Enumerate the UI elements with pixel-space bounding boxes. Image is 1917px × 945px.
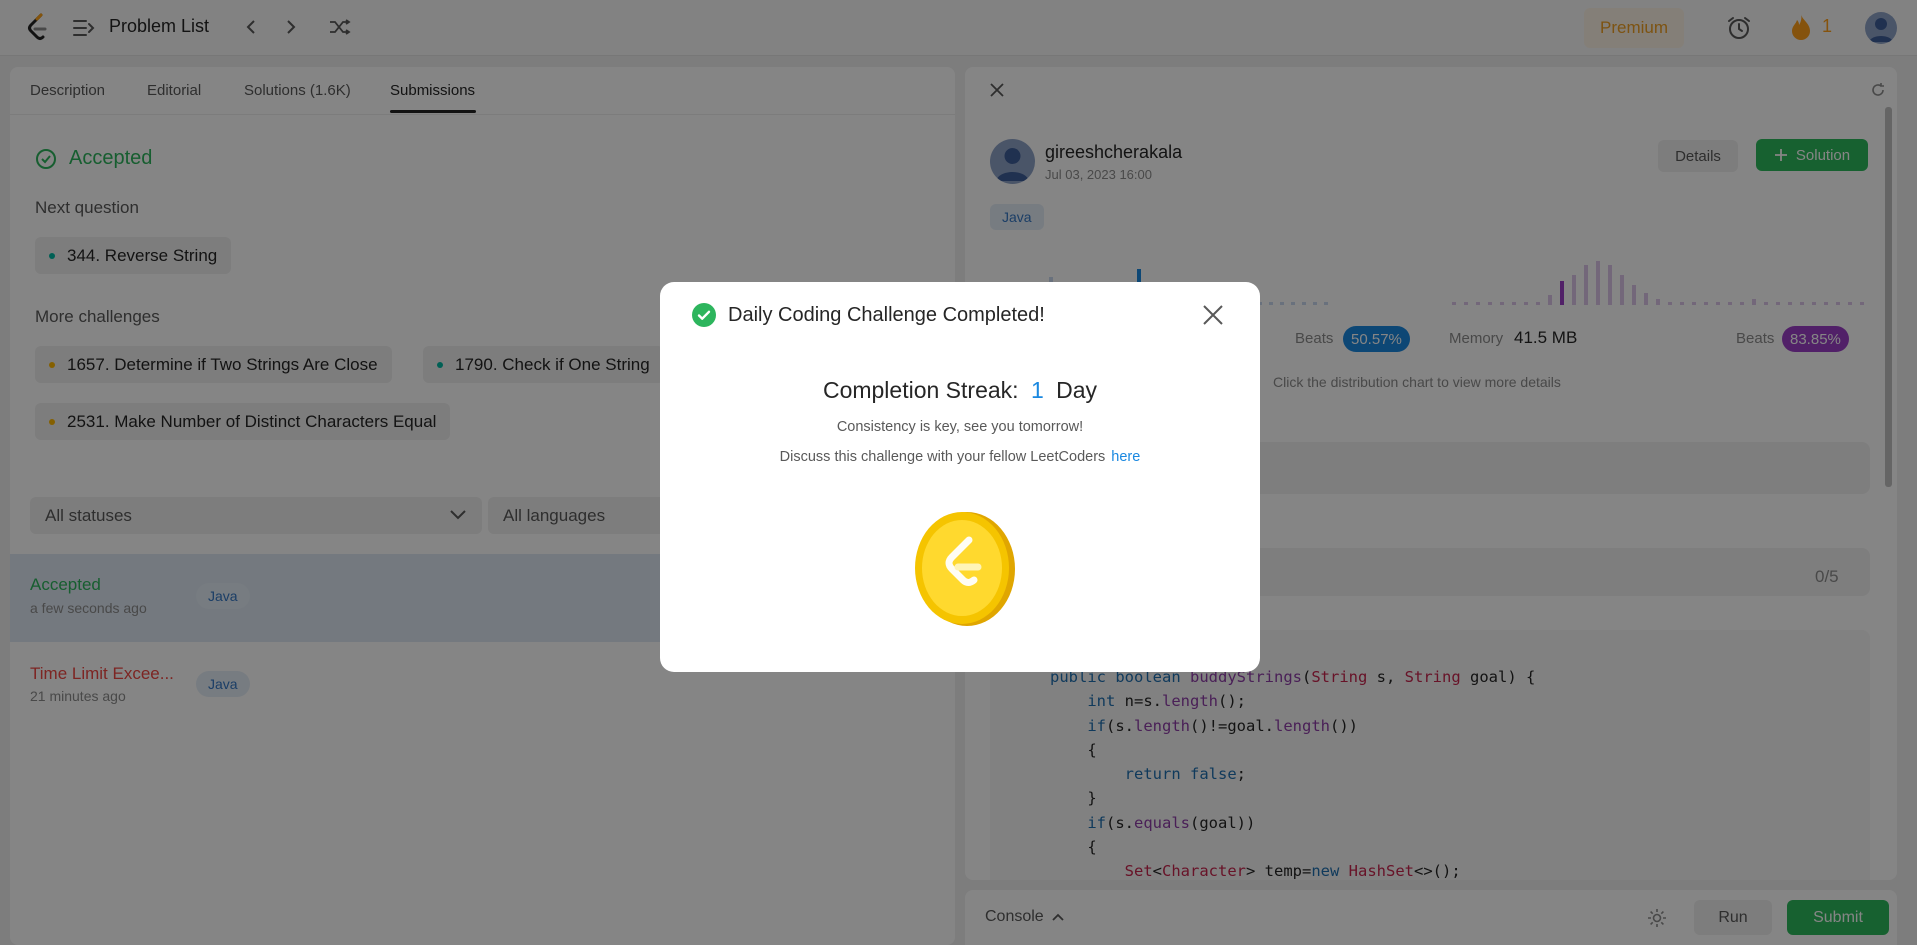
modal-title: Daily Coding Challenge Completed!: [728, 303, 1045, 326]
streak-prefix: Completion Streak:: [822, 377, 1019, 403]
check-circle-filled-icon: [692, 303, 716, 327]
close-icon[interactable]: [1200, 302, 1226, 328]
consistency-message: Consistency is key, see you tomorrow!: [836, 419, 1084, 435]
discuss-link[interactable]: here: [1111, 449, 1140, 465]
modal-header: Daily Coding Challenge Completed!: [692, 303, 1045, 327]
discuss-message: Discuss this challenge with your fellow …: [660, 449, 1260, 465]
streak-value: 1: [1030, 377, 1044, 403]
daily-challenge-modal: Daily Coding Challenge Completed! Comple…: [660, 282, 1260, 672]
leetcode-coin-icon: [915, 512, 1015, 626]
completion-streak: Completion Streak: 1 Day: [660, 377, 1260, 404]
streak-unit: Day: [1056, 377, 1098, 403]
discuss-text: Discuss this challenge with your fellow …: [779, 449, 1106, 465]
